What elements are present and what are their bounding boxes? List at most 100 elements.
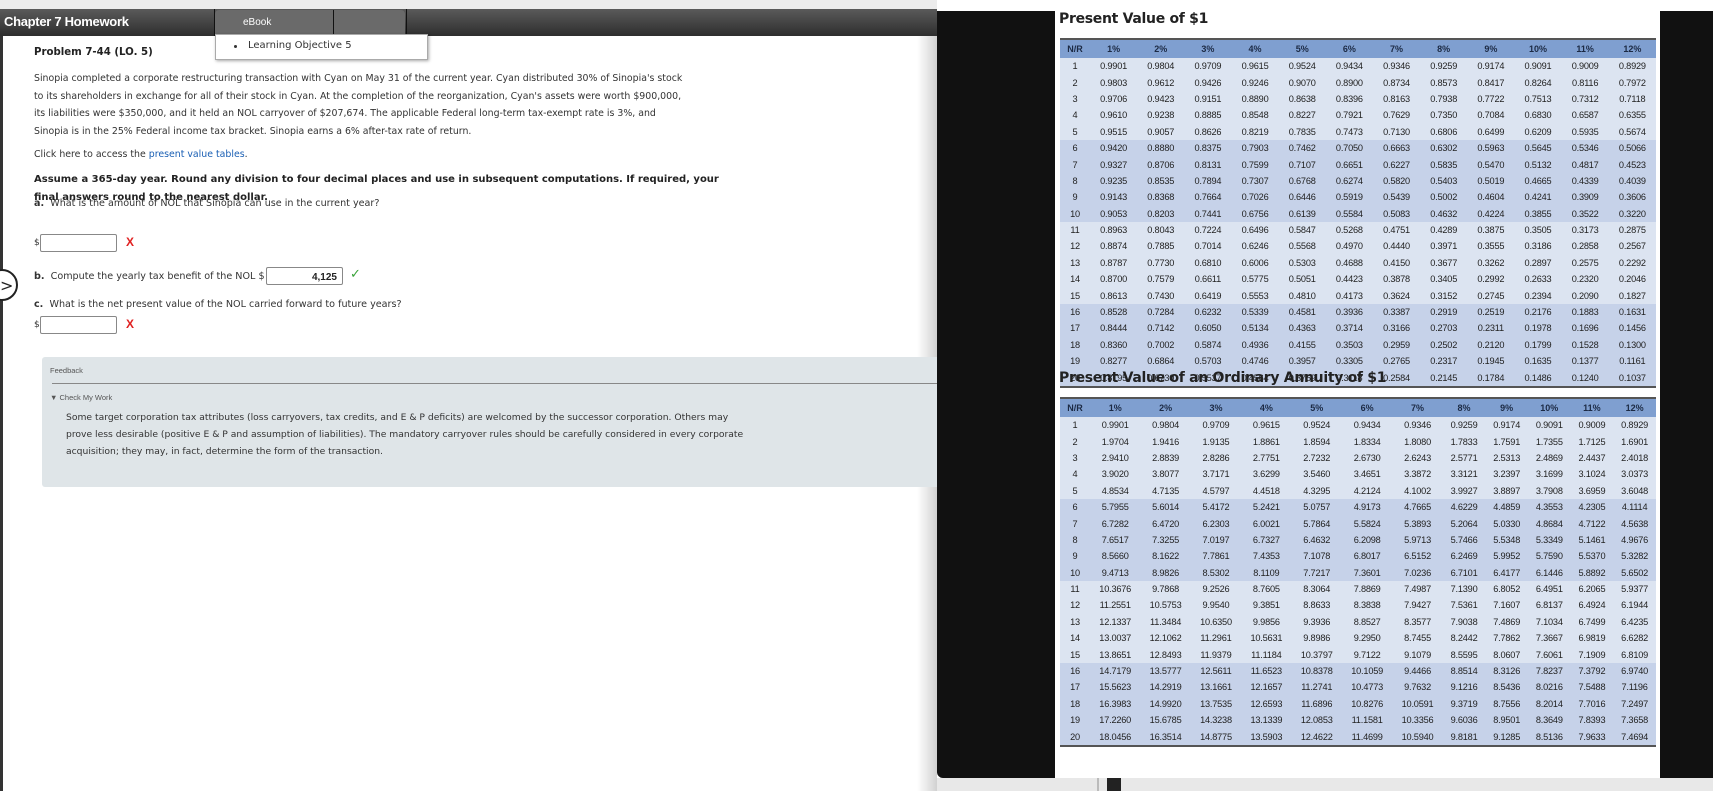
factor-cell: 8.0607 (1485, 646, 1528, 663)
factor-cell: 0.2633 (1514, 271, 1562, 288)
factor-cell: 0.6355 (1608, 107, 1656, 124)
period-cell: 18 (1060, 695, 1090, 713)
factor-cell: 4.8684 (1527, 515, 1571, 532)
factor-cell: 0.9143 (1090, 189, 1138, 206)
factor-cell: 9.7632 (1392, 679, 1443, 696)
factor-cell: 14.3238 (1190, 712, 1242, 729)
factor-cell: 0.7312 (1561, 90, 1609, 108)
factor-cell: 6.7101 (1442, 564, 1486, 581)
factor-cell: 8.9501 (1485, 712, 1528, 729)
factor-cell: 0.7664 (1184, 189, 1232, 206)
factor-cell: 6.1446 (1527, 564, 1571, 581)
column-header: 5% (1291, 398, 1342, 417)
factor-cell: 0.5553 (1231, 287, 1279, 304)
present-value-tables-link[interactable]: present value tables (149, 149, 245, 160)
factor-cell: 0.7513 (1514, 90, 1562, 108)
factor-cell: 6.6282 (1613, 630, 1656, 647)
table-row: 2 0.9803 0.9612 0.9426 0.9246 0.9070 0.8900 0.8… (1060, 74, 1656, 91)
factor-cell: 0.2090 (1561, 287, 1609, 304)
factor-cell: 6.2469 (1442, 548, 1486, 565)
factor-cell: 0.8219 (1231, 123, 1279, 140)
check-my-work-toggle[interactable]: ▼ Check My Work (50, 393, 112, 402)
factor-cell: 0.7118 (1608, 90, 1656, 108)
factor-cell: 10.5631 (1241, 630, 1292, 647)
next-arrow-button[interactable]: > (0, 269, 18, 301)
dropdown-item-learning-objective[interactable]: Learning Objective 5 (248, 40, 352, 51)
factor-cell: 0.4289 (1420, 221, 1468, 239)
table-row: 20 18.0456 16.3514 14.8775 13.5903 12.4622 11.… (1060, 728, 1656, 746)
factor-cell: 10.3676 (1090, 580, 1141, 598)
factor-cell: 3.2397 (1485, 466, 1528, 483)
factor-cell: 0.3186 (1514, 238, 1562, 255)
resource-tabs: eBook (215, 10, 405, 36)
factor-cell: 11.6896 (1291, 695, 1342, 713)
factor-cell: 0.6651 (1325, 156, 1373, 173)
factor-cell: 0.9420 (1090, 139, 1138, 157)
factor-cell: 0.8368 (1137, 189, 1185, 206)
factor-cell: 0.5874 (1184, 336, 1232, 354)
factor-cell: 2.7232 (1291, 449, 1342, 467)
factor-cell: 13.8651 (1090, 646, 1141, 663)
factor-cell: 0.6209 (1514, 123, 1562, 140)
factor-cell: 6.4177 (1485, 564, 1528, 581)
factor-cell: 10.5753 (1140, 597, 1191, 614)
answer-a-input[interactable] (40, 234, 117, 252)
factor-cell: 0.8787 (1090, 254, 1138, 272)
factor-cell: 0.4423 (1325, 271, 1373, 288)
factor-cell: 9.1079 (1392, 646, 1443, 663)
factor-cell: 0.5935 (1561, 123, 1609, 140)
feedback-box: Feedback ▼ Check My Work Some target cor… (42, 357, 937, 487)
factor-cell: 0.5268 (1325, 221, 1373, 239)
factor-cell: 0.6810 (1184, 254, 1232, 272)
table-row: 8 0.9235 0.8535 0.7894 0.7307 0.6768 0.6274 0.5… (1060, 172, 1656, 190)
factor-cell: 1.7125 (1570, 433, 1614, 450)
factor-cell: 0.6756 (1231, 205, 1279, 222)
tab-ebook[interactable]: eBook (215, 10, 333, 36)
factor-cell: 0.9803 (1090, 74, 1138, 91)
factor-cell: 10.8276 (1341, 695, 1393, 713)
factor-cell: 0.4155 (1278, 336, 1326, 354)
question-c: c. What is the net present value of the … (34, 299, 402, 310)
factor-cell: 0.8528 (1090, 303, 1138, 321)
factor-cell: 0.3855 (1514, 205, 1562, 222)
factor-cell: 4.3295 (1291, 482, 1342, 499)
factor-cell: 5.2064 (1442, 515, 1486, 532)
factor-cell: 12.6593 (1241, 695, 1292, 713)
factor-cell: 0.1240 (1561, 369, 1609, 387)
factor-cell: 7.8237 (1527, 662, 1571, 680)
factor-cell: 0.6139 (1278, 205, 1326, 222)
factor-cell: 0.9327 (1090, 156, 1138, 173)
factor-cell: 0.8929 (1613, 417, 1656, 434)
period-cell: 11 (1060, 221, 1090, 239)
factor-cell: 8.8527 (1341, 613, 1393, 631)
table-row: 16 0.8528 0.7284 0.6232 0.5339 0.4581 0.3936 0.… (1060, 303, 1656, 321)
factor-cell: 0.6419 (1184, 287, 1232, 304)
factor-cell: 5.9377 (1613, 580, 1656, 598)
factor-cell: 8.7556 (1485, 695, 1528, 713)
question-a: a. What is the amount of NOL that Sinopi… (34, 198, 379, 209)
factor-cell: 0.1784 (1467, 369, 1515, 387)
factor-cell: 0.3522 (1561, 205, 1609, 222)
factor-cell: 0.1799 (1514, 336, 1562, 354)
factor-cell: 7.4869 (1485, 613, 1528, 631)
pv-of-1-table: N/R 1% 2% 3% 4% 5% 6% 7% 8% 9% 10% 11% 12% 1 0.9901 0.9… (1060, 38, 1656, 388)
factor-cell: 0.4339 (1561, 172, 1609, 190)
factor-cell: 5.5824 (1341, 515, 1393, 532)
factor-cell: 0.3878 (1372, 271, 1421, 288)
table-row: 14 13.0037 12.1062 11.2961 10.5631 9.8986 9.29… (1060, 630, 1656, 647)
factor-cell: 0.9709 (1190, 417, 1242, 434)
table-row: 9 0.9143 0.8368 0.7664 0.7026 0.6446 0.5919 0.5… (1060, 189, 1656, 206)
scrollbar-thumb[interactable] (1107, 778, 1121, 791)
factor-cell: 0.5346 (1561, 139, 1609, 157)
factor-cell: 0.2311 (1467, 320, 1515, 337)
tab-ebook-label: eBook (243, 17, 272, 28)
feedback-divider (52, 383, 937, 384)
factor-cell: 0.4632 (1420, 205, 1468, 222)
factor-cell: 6.2303 (1190, 515, 1242, 532)
factor-cell: 0.6806 (1420, 123, 1468, 140)
factor-cell: 0.7972 (1608, 74, 1656, 91)
factor-cell: 0.1037 (1608, 369, 1656, 387)
answer-b-input[interactable] (266, 267, 343, 285)
tab-secondary[interactable] (334, 10, 405, 36)
answer-c-input[interactable] (40, 316, 117, 334)
